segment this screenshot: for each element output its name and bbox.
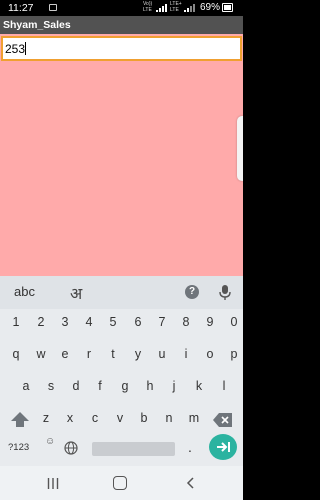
- key-e[interactable]: e: [53, 342, 77, 366]
- period-key[interactable]: .: [188, 439, 192, 455]
- network-label-1b: LTE: [143, 7, 152, 13]
- navigation-bar: [0, 466, 243, 500]
- key-d[interactable]: d: [64, 374, 88, 398]
- key-u[interactable]: u: [150, 342, 174, 366]
- key-w[interactable]: w: [29, 342, 53, 366]
- network-type-2: LTE+ LTE: [170, 1, 182, 13]
- app-title-bar: Shyam_Sales: [0, 16, 243, 34]
- key-n[interactable]: n: [157, 406, 181, 430]
- status-time: 11:27: [8, 2, 34, 14]
- recent-apps-icon[interactable]: [47, 478, 59, 489]
- key-x[interactable]: x: [58, 406, 82, 430]
- help-icon[interactable]: ?: [185, 285, 199, 299]
- key-c[interactable]: c: [83, 406, 107, 430]
- enter-arrow-icon: [217, 442, 230, 452]
- key-s[interactable]: s: [39, 374, 63, 398]
- keyboard-toolbar: abc अ ?: [0, 276, 243, 309]
- key-0[interactable]: 0: [222, 310, 246, 334]
- key-4[interactable]: 4: [77, 310, 101, 334]
- key-1[interactable]: 1: [4, 310, 28, 334]
- key-y[interactable]: y: [126, 342, 150, 366]
- enter-key[interactable]: [209, 434, 237, 460]
- edge-panel-handle[interactable]: [237, 116, 243, 181]
- key-i[interactable]: i: [174, 342, 198, 366]
- key-b[interactable]: b: [132, 406, 156, 430]
- text-cursor: [25, 42, 27, 55]
- key-g[interactable]: g: [113, 374, 137, 398]
- microphone-icon[interactable]: [217, 284, 233, 301]
- key-p[interactable]: p: [222, 342, 246, 366]
- key-8[interactable]: 8: [174, 310, 198, 334]
- key-r[interactable]: r: [77, 342, 101, 366]
- home-icon[interactable]: [113, 476, 127, 490]
- key-z[interactable]: z: [34, 406, 58, 430]
- symbols-key[interactable]: ?123: [8, 442, 29, 453]
- key-6[interactable]: 6: [126, 310, 150, 334]
- key-q[interactable]: q: [4, 342, 28, 366]
- notification-icon: [49, 4, 57, 11]
- backspace-icon[interactable]: [212, 411, 234, 429]
- keyboard-mode-abc[interactable]: abc: [14, 284, 35, 299]
- status-bar: 11:27 Vo)) LTE LTE+ LTE 69%: [0, 0, 243, 16]
- key-f[interactable]: f: [88, 374, 112, 398]
- globe-icon[interactable]: [64, 441, 78, 455]
- app-content: 253: [0, 34, 243, 276]
- text-input[interactable]: 253: [1, 36, 242, 61]
- key-m[interactable]: m: [182, 406, 206, 430]
- app-title: Shyam_Sales: [3, 19, 71, 31]
- key-a[interactable]: a: [14, 374, 38, 398]
- key-3[interactable]: 3: [53, 310, 77, 334]
- signal-icon: [156, 4, 167, 12]
- space-key[interactable]: [92, 442, 175, 456]
- key-h[interactable]: h: [138, 374, 162, 398]
- keyboard-mode-hindi[interactable]: अ: [70, 282, 82, 304]
- key-2[interactable]: 2: [29, 310, 53, 334]
- key-9[interactable]: 9: [198, 310, 222, 334]
- signal-icon-2: [184, 4, 195, 12]
- shift-icon[interactable]: [9, 411, 31, 429]
- back-icon[interactable]: [186, 477, 194, 489]
- key-5[interactable]: 5: [101, 310, 125, 334]
- key-v[interactable]: v: [108, 406, 132, 430]
- key-j[interactable]: j: [162, 374, 186, 398]
- soft-keyboard: abc अ ? 1 2 3 4 5 6 7 8 9 0 q w e r t y …: [0, 276, 243, 466]
- key-k[interactable]: k: [187, 374, 211, 398]
- key-o[interactable]: o: [198, 342, 222, 366]
- key-t[interactable]: t: [101, 342, 125, 366]
- emoji-icon[interactable]: ☺: [45, 436, 55, 447]
- key-7[interactable]: 7: [150, 310, 174, 334]
- network-type-1: Vo)) LTE: [143, 1, 152, 13]
- battery-icon: [222, 3, 233, 12]
- battery-percent: 69%: [200, 2, 221, 13]
- key-l[interactable]: l: [212, 374, 236, 398]
- network-label-2b: LTE: [170, 7, 179, 13]
- input-value: 253: [5, 42, 26, 56]
